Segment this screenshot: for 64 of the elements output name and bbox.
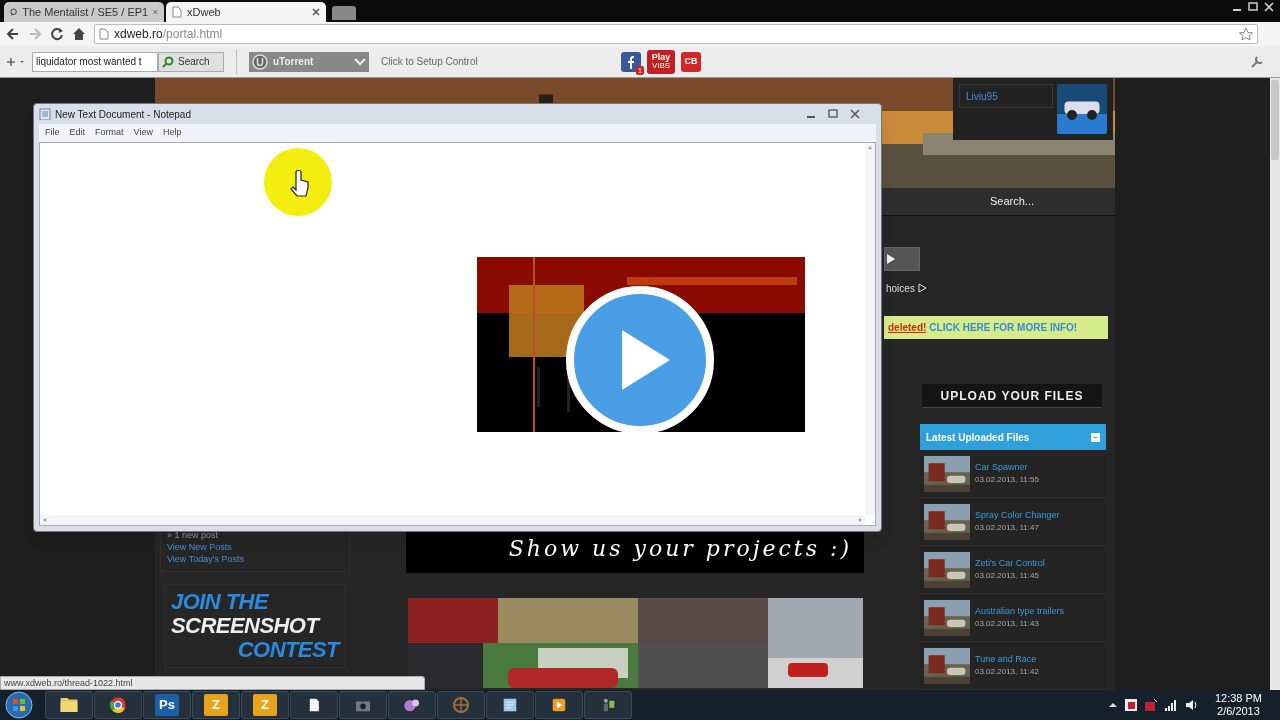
- menu-item[interactable]: Format: [95, 126, 124, 140]
- file-date: 03.02.2013, 11:42: [975, 666, 1039, 679]
- window-title: New Text Document - Notepad: [55, 107, 191, 122]
- address-bar[interactable]: xdweb.ro/portal.html: [94, 24, 1258, 44]
- page-icon: [172, 6, 182, 18]
- file-title[interactable]: Zeti's Car Control: [975, 556, 1045, 571]
- alert-text: deleted!: [888, 320, 927, 335]
- reload-icon[interactable]: [50, 27, 64, 41]
- file-date: 03.02.2013, 11:47: [975, 522, 1040, 535]
- app-taskbar-button[interactable]: Ps: [155, 694, 179, 716]
- clock[interactable]: 12:38 PM 2/6/2013: [1214, 692, 1262, 718]
- banner-text: Show us your projects :): [508, 534, 852, 563]
- url-host: xdweb.ro: [114, 26, 163, 43]
- panel-title: Latest Uploaded Files: [926, 430, 1030, 445]
- letter-f-icon: [627, 54, 635, 69]
- signal-icon[interactable]: [1164, 699, 1177, 711]
- volume-icon[interactable]: [1184, 699, 1199, 711]
- upload-button[interactable]: UPLOAD YOUR FILES: [922, 384, 1102, 408]
- chevron-down-icon: [354, 57, 366, 66]
- file-date: 03.02.2013, 11:45: [975, 570, 1040, 583]
- play-button-icon[interactable]: [565, 285, 715, 435]
- start-button-icon[interactable]: [4, 690, 34, 720]
- scrollbar-thumb[interactable]: [1271, 80, 1279, 160]
- maximize-icon[interactable]: [1246, 0, 1260, 14]
- menu-item[interactable]: Edit: [69, 126, 86, 140]
- url-path: /portal.html: [162, 26, 223, 43]
- choices-link[interactable]: hoices: [884, 280, 915, 296]
- play-logo[interactable]: Play VIBS: [647, 49, 675, 74]
- file-title[interactable]: Spray Color Changer: [975, 508, 1060, 523]
- notepad-icon: [39, 108, 51, 120]
- show-hidden-icon[interactable]: [1108, 702, 1117, 708]
- page-icon: [99, 28, 109, 40]
- play-arrow-icon: [917, 283, 927, 294]
- play-arrow-icon: [887, 253, 895, 264]
- flag-icon[interactable]: [1124, 699, 1137, 711]
- torrent-logo-icon: [252, 53, 268, 70]
- cb-logo[interactable]: CB: [681, 51, 701, 72]
- status-bar: www.xdweb.ro/thread-1022.html: [0, 676, 425, 690]
- file-date: 03.02.2013, 11:43: [975, 618, 1040, 631]
- close-icon[interactable]: [312, 8, 320, 16]
- browser-tab[interactable]: xDweb: [166, 2, 326, 22]
- chat-bubble-icon: [10, 6, 18, 18]
- menu-item[interactable]: File: [45, 126, 60, 140]
- search-field[interactable]: Search...: [990, 193, 1035, 210]
- contest-banner[interactable]: JOIN THE SCREENSHOT CONTEST: [164, 584, 346, 668]
- setup-link[interactable]: Click to Setup Control: [381, 54, 615, 69]
- file-date: 03.02.2013, 11:55: [975, 474, 1039, 487]
- file-title[interactable]: Tune and Race: [975, 652, 1039, 667]
- home-icon[interactable]: [72, 27, 86, 41]
- forum-link[interactable]: View Today's Posts: [167, 553, 349, 565]
- file-title[interactable]: Australian type trailers: [975, 604, 1065, 619]
- next-button[interactable]: [884, 246, 920, 271]
- search-icon: [162, 55, 174, 68]
- star-icon[interactable]: [1239, 27, 1253, 41]
- wrench-icon[interactable]: [1250, 54, 1264, 69]
- new-post-count: » 1 new post: [167, 529, 220, 541]
- close-icon[interactable]: [1262, 0, 1276, 14]
- back-icon[interactable]: [6, 27, 20, 41]
- browser-tab[interactable]: The Mentalist / SE5 / EP1: [4, 2, 164, 22]
- file-title[interactable]: Car Spawner: [975, 460, 1039, 475]
- forum-link[interactable]: View New Posts: [167, 541, 349, 553]
- menu-item[interactable]: View: [133, 126, 153, 140]
- search-field[interactable]: liquidator most wanted t: [32, 51, 158, 72]
- search-button[interactable]: Search: [158, 51, 224, 72]
